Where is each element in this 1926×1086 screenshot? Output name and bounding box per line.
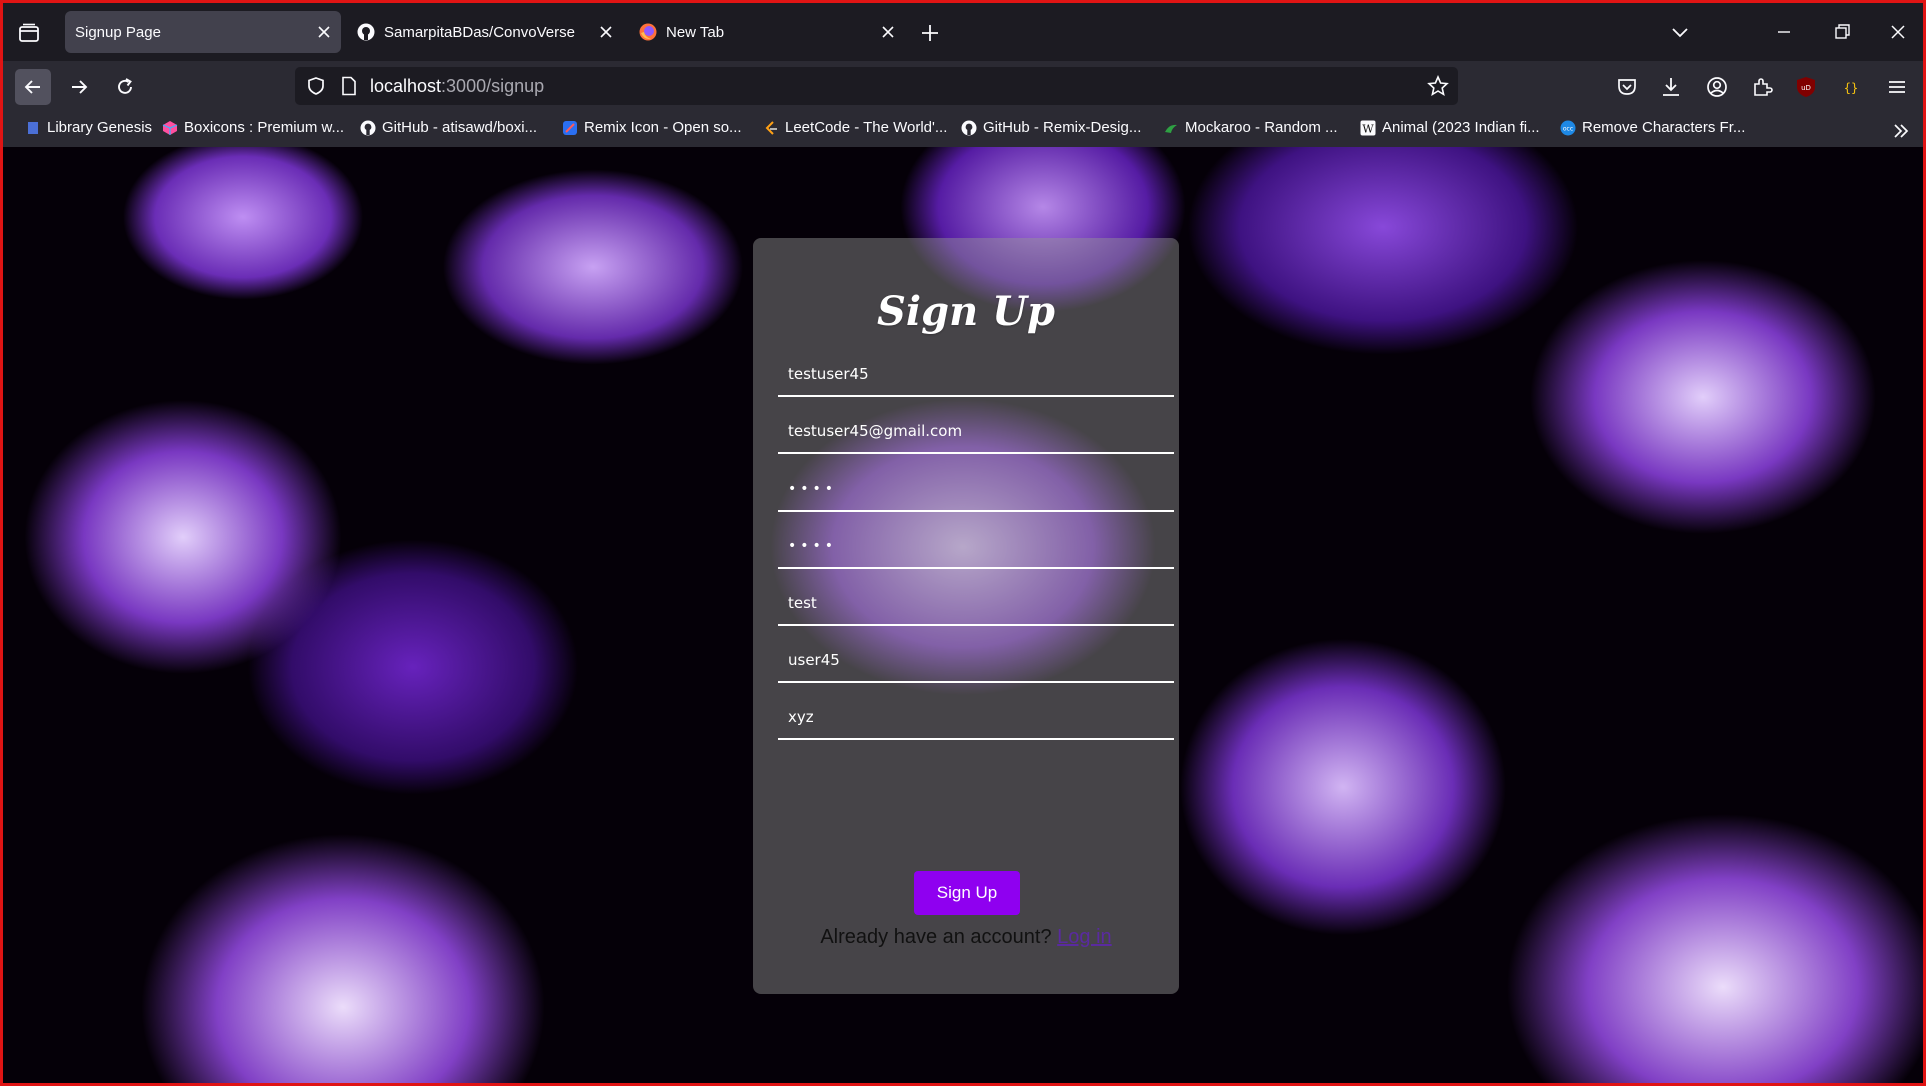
- first-name-input[interactable]: [778, 582, 1174, 626]
- page-info-icon[interactable]: [340, 76, 358, 96]
- boxicons-icon: [162, 120, 178, 135]
- bookmark-label: GitHub - Remix-Desig...: [983, 119, 1142, 136]
- bookmark-label: Remove Characters Fr...: [1582, 119, 1746, 136]
- downloads-icon[interactable]: [1660, 76, 1682, 98]
- close-tab-icon[interactable]: [317, 25, 331, 39]
- close-window-icon[interactable]: [1889, 23, 1907, 41]
- github-icon: [357, 23, 375, 41]
- bookmark-label: LeetCode - The World'...: [785, 119, 948, 136]
- bookmark-item[interactable]: LeetCode - The World'...: [763, 119, 947, 136]
- leetcode-icon: [765, 120, 777, 135]
- bookmark-item[interactable]: occ Remove Characters Fr...: [1560, 119, 1745, 136]
- forward-arrow-icon: [72, 80, 88, 94]
- pocket-icon[interactable]: [1616, 76, 1638, 98]
- bookmark-label: Library Genesis: [47, 119, 153, 136]
- shield-icon[interactable]: [306, 76, 326, 96]
- restore-icon[interactable]: [1833, 23, 1851, 41]
- back-arrow-icon: [24, 80, 40, 94]
- login-link[interactable]: Log in: [1057, 926, 1112, 948]
- tab-title: New Tab: [666, 23, 725, 41]
- login-prompt-row: Already have an account? Log in: [753, 926, 1179, 949]
- bookmark-label: Mockaroo - Random ...: [1185, 119, 1338, 136]
- library-genesis-icon: [28, 121, 38, 134]
- bookmark-item[interactable]: Mockaroo - Random ...: [1163, 119, 1338, 136]
- svg-text:W: W: [1362, 122, 1374, 135]
- remove-characters-icon: occ: [1560, 120, 1576, 135]
- reload-button[interactable]: [107, 69, 143, 105]
- signup-title: Sign Up: [877, 288, 1055, 335]
- tab-title: SamarpitaBDas/ConvoVerse: [384, 23, 575, 41]
- tab-new-tab[interactable]: New Tab: [629, 11, 905, 53]
- hamburger-menu-icon[interactable]: [1886, 76, 1908, 98]
- confirm-password-input[interactable]: [778, 525, 1174, 569]
- tab-title: Signup Page: [75, 23, 161, 41]
- bookmark-item[interactable]: Remix Icon - Open so...: [562, 119, 742, 136]
- bookmark-item[interactable]: Boxicons : Premium w...: [162, 119, 344, 136]
- bookmark-label: Boxicons : Premium w...: [184, 119, 345, 136]
- extra-field-input[interactable]: [778, 696, 1174, 740]
- bookmark-star-icon[interactable]: [1427, 75, 1449, 97]
- ublock-origin-icon[interactable]: uD: [1795, 76, 1817, 98]
- tab-signup-page[interactable]: Signup Page: [65, 11, 341, 53]
- svg-text:uD: uD: [1801, 84, 1811, 92]
- bookmark-label: GitHub - atisawd/boxi...: [382, 119, 538, 136]
- signup-card: Sign Up Sign Up Already have an account?…: [753, 238, 1179, 994]
- email-input[interactable]: [778, 410, 1174, 454]
- minimize-icon[interactable]: [1775, 23, 1793, 41]
- tab-manager-icon[interactable]: [18, 23, 40, 43]
- github-icon: [961, 120, 977, 135]
- tab-strip: Signup Page SamarpitaBDas/ConvoVerse New…: [3, 3, 1923, 61]
- firefox-icon: [639, 23, 657, 41]
- username-input[interactable]: [778, 353, 1174, 397]
- login-prompt-text: Already have an account?: [820, 926, 1052, 948]
- tab-convoverse[interactable]: SamarpitaBDas/ConvoVerse: [347, 11, 623, 53]
- wikipedia-icon: W: [1360, 120, 1376, 135]
- close-tab-icon[interactable]: [599, 25, 613, 39]
- account-icon[interactable]: [1706, 76, 1728, 98]
- bookmarks-toolbar: Library Genesis Boxicons : Premium w... …: [3, 113, 1923, 147]
- json-viewer-extension-icon[interactable]: {}: [1840, 76, 1862, 98]
- navigation-toolbar: localhost:3000/signup uD {}: [3, 61, 1923, 113]
- extensions-puzzle-icon[interactable]: [1751, 76, 1773, 98]
- forward-button[interactable]: [61, 69, 97, 105]
- new-tab-plus-icon[interactable]: [921, 24, 939, 42]
- mockaroo-icon: [1165, 124, 1177, 133]
- close-tab-icon[interactable]: [881, 25, 895, 39]
- svg-text:{}: {}: [1844, 81, 1858, 95]
- last-name-input[interactable]: [778, 639, 1174, 683]
- bookmark-label: Remix Icon - Open so...: [584, 119, 742, 136]
- signup-button[interactable]: Sign Up: [914, 871, 1020, 915]
- address-bar[interactable]: localhost:3000/signup: [295, 67, 1458, 105]
- list-all-tabs-chevron-icon[interactable]: [1671, 23, 1689, 41]
- svg-text:occ: occ: [1563, 125, 1573, 132]
- page-content: Sign Up Sign Up Already have an account?…: [3, 147, 1923, 1083]
- bookmark-item[interactable]: GitHub - Remix-Desig...: [961, 119, 1141, 136]
- reload-icon: [118, 78, 132, 94]
- more-bookmarks-chevron-icon[interactable]: [1891, 121, 1911, 141]
- bookmark-item[interactable]: Library Genesis: [25, 119, 152, 136]
- url-path: :3000/signup: [441, 76, 545, 96]
- browser-window: Signup Page SamarpitaBDas/ConvoVerse New…: [0, 0, 1926, 1086]
- back-button[interactable]: [15, 69, 51, 105]
- bookmark-item[interactable]: GitHub - atisawd/boxi...: [360, 119, 537, 136]
- url-text[interactable]: localhost:3000/signup: [370, 76, 544, 97]
- url-host: localhost: [370, 76, 442, 96]
- remix-icon-logo-icon: [563, 120, 577, 135]
- bookmark-label: Animal (2023 Indian fi...: [1382, 119, 1540, 136]
- github-icon: [360, 120, 376, 135]
- password-input[interactable]: [778, 468, 1174, 512]
- bookmark-item[interactable]: W Animal (2023 Indian fi...: [1360, 119, 1540, 136]
